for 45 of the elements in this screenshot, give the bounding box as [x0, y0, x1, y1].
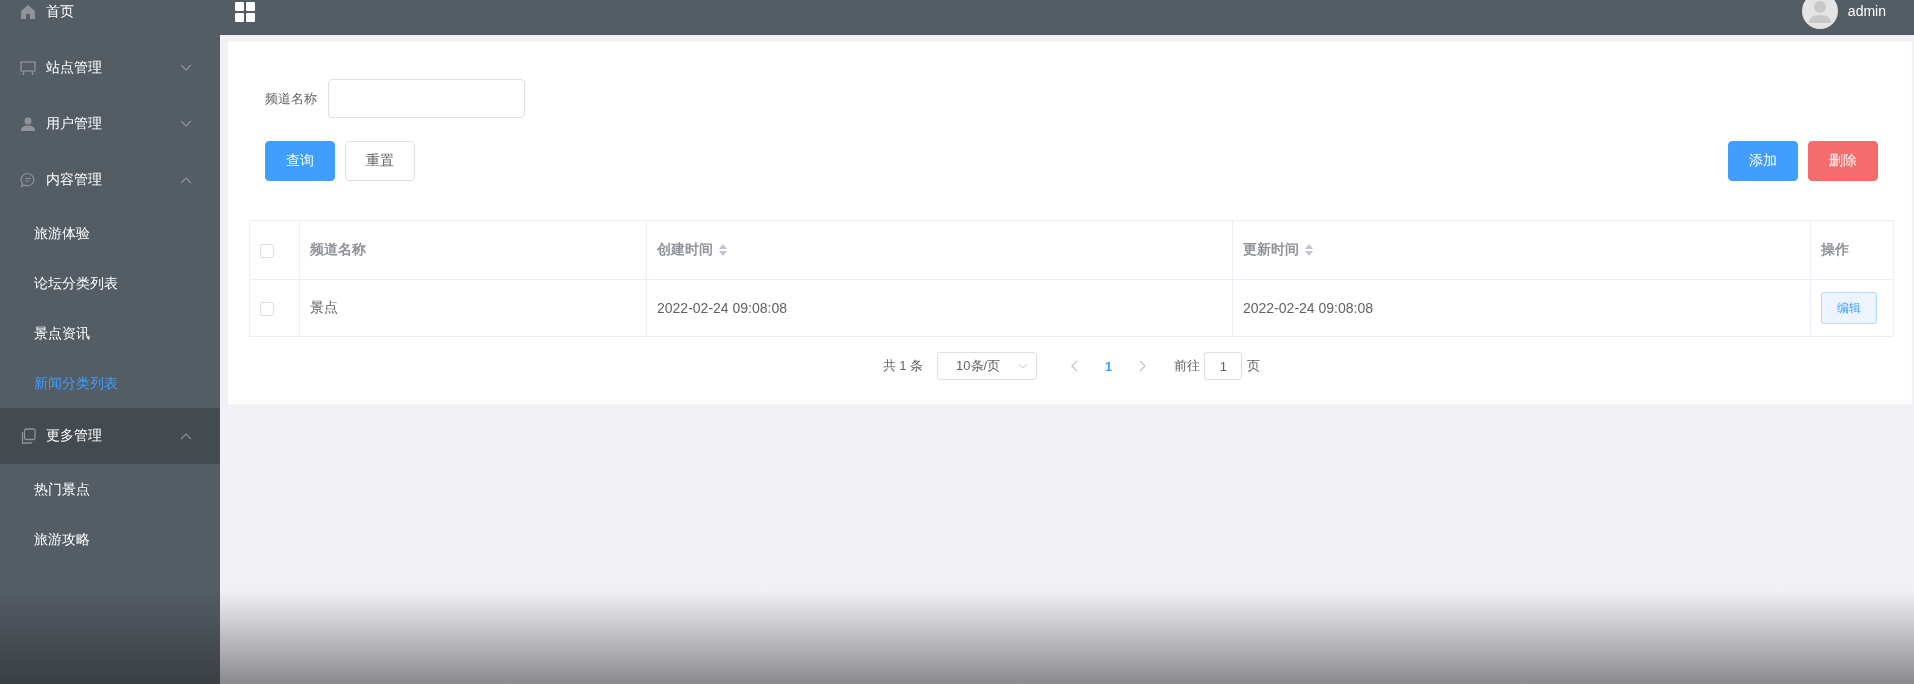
submenu-item[interactable]: 旅游攻略	[0, 514, 220, 564]
next-page-icon[interactable]	[1138, 360, 1147, 372]
page-input[interactable]: 1	[1204, 352, 1243, 380]
menu-label: 更多管理	[46, 427, 102, 445]
menu-label: 内容管理	[46, 171, 102, 189]
menu-item[interactable]: 更多管理	[0, 408, 220, 464]
total-count: 共 1 条	[882, 357, 924, 375]
submenu-item[interactable]: 热门景点	[0, 464, 220, 514]
menu-item[interactable]: 站点管理	[0, 40, 220, 96]
menu-label: 用户管理	[46, 115, 102, 133]
column-header: 频道名称	[310, 241, 366, 257]
submenu-item[interactable]: 论坛分类列表	[0, 258, 220, 308]
menu-item[interactable]: 内容管理	[0, 152, 220, 208]
username[interactable]: admin	[1847, 2, 1886, 19]
checkbox[interactable]	[260, 244, 274, 259]
chat-bubble-icon	[20, 172, 36, 188]
menu-label: 首页	[46, 3, 74, 21]
table-cell: 2022-02-24 09:08:08	[657, 300, 787, 316]
field-label: 频道名称	[265, 89, 317, 108]
checkbox[interactable]	[260, 302, 274, 317]
easel-icon	[20, 60, 36, 76]
table-cell: 2022-02-24 09:08:08	[1243, 300, 1373, 316]
menu-item[interactable]: 用户管理	[0, 96, 220, 152]
page-suffix: 页	[1247, 357, 1261, 375]
button[interactable]: 重置	[345, 141, 415, 181]
grid-menu-icon[interactable]	[235, 1, 255, 22]
goto-label: 前往	[1174, 357, 1201, 375]
input-field[interactable]	[328, 79, 525, 118]
column-header: 创建时间	[657, 241, 713, 257]
chevron-icon	[1018, 362, 1029, 370]
menu-item[interactable]: 首页	[0, 0, 220, 40]
copy-icon	[20, 428, 36, 444]
column-header: 操作	[1821, 241, 1849, 257]
table-cell: 景点	[310, 299, 338, 315]
page-size-select[interactable]: 10条/页	[937, 352, 1038, 380]
sort-icon[interactable]	[719, 244, 727, 257]
menu-label: 站点管理	[46, 59, 102, 77]
submenu-item[interactable]: 旅游体验	[0, 208, 220, 258]
home-icon	[20, 4, 36, 20]
previous-page-icon[interactable]	[1071, 360, 1080, 372]
column-header: 更新时间	[1243, 241, 1299, 257]
user-icon	[20, 116, 36, 132]
sort-icon[interactable]	[1305, 244, 1313, 257]
avatar-icon[interactable]	[1801, 0, 1838, 29]
submenu-item[interactable]: 景点资讯	[0, 308, 220, 358]
